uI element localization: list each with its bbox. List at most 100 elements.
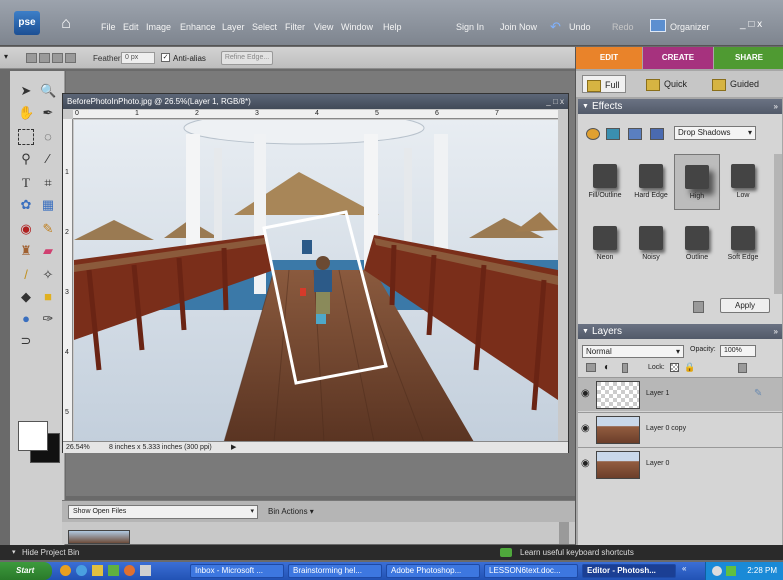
sign-in-link[interactable]: Sign In bbox=[456, 22, 484, 32]
marquee-tool-icon[interactable] bbox=[18, 129, 34, 145]
layer-mask-icon[interactable] bbox=[622, 363, 628, 373]
subtab-guided[interactable]: Guided bbox=[712, 75, 759, 93]
menu-select[interactable]: Select bbox=[252, 22, 277, 32]
subtract-selection-icon[interactable] bbox=[52, 53, 63, 63]
task-photoshop[interactable]: Adobe Photoshop... bbox=[386, 564, 480, 578]
add-selection-icon[interactable] bbox=[39, 53, 50, 63]
red-eye-icon[interactable]: ◉ bbox=[18, 221, 34, 237]
lock-all-icon[interactable]: 🔒 bbox=[684, 362, 695, 373]
adjustment-layer-icon[interactable]: ◐ bbox=[604, 362, 610, 373]
panel-menu-icon[interactable]: » bbox=[774, 99, 778, 114]
layers-panel-header[interactable]: ▼ Layers » bbox=[578, 324, 782, 339]
layer-row-layer-1[interactable]: ◉ Layer 1 ✎ bbox=[578, 377, 782, 411]
quick-launch-icon[interactable] bbox=[92, 565, 103, 576]
blend-mode-select[interactable]: Normal ▾ bbox=[582, 345, 684, 358]
refine-edge-button[interactable]: Refine Edge... bbox=[221, 51, 273, 65]
trash-icon[interactable] bbox=[693, 301, 704, 313]
task-editor[interactable]: Editor - Photosh... bbox=[582, 564, 676, 578]
window-controls[interactable]: _ □ x bbox=[740, 19, 762, 30]
keyboard-shortcuts-link[interactable]: Learn useful keyboard shortcuts bbox=[520, 545, 634, 560]
join-now-link[interactable]: Join Now bbox=[500, 22, 537, 32]
lasso-tool-icon[interactable]: ◌ bbox=[40, 129, 56, 145]
shape-tool-icon[interactable]: ● bbox=[18, 311, 34, 327]
home-icon[interactable]: ⌂ bbox=[56, 14, 76, 34]
effect-noisy[interactable]: Noisy bbox=[628, 222, 674, 270]
lock-transparency-icon[interactable] bbox=[670, 363, 679, 372]
visibility-eye-icon[interactable]: ◉ bbox=[581, 388, 590, 399]
blur-tool-icon[interactable]: ✑ bbox=[40, 311, 56, 327]
task-brainstorming[interactable]: Brainstorming hel... bbox=[288, 564, 382, 578]
layer-styles-icon[interactable] bbox=[606, 128, 620, 140]
menu-filter[interactable]: Filter bbox=[285, 22, 305, 32]
subtab-quick[interactable]: Quick bbox=[646, 75, 687, 93]
delete-layer-icon[interactable] bbox=[738, 363, 747, 373]
menu-view[interactable]: View bbox=[314, 22, 333, 32]
effect-neon[interactable]: Neon bbox=[582, 222, 628, 270]
zoom-tool-icon[interactable]: 🔍 bbox=[40, 83, 56, 99]
effect-fill-outline[interactable]: Fill/Outline bbox=[582, 160, 628, 208]
effects-scrollbar[interactable] bbox=[774, 154, 782, 294]
paint-bucket-icon[interactable]: ◆ bbox=[18, 289, 34, 305]
network-icon[interactable] bbox=[726, 566, 736, 576]
status-menu-arrow-icon[interactable]: ▶ bbox=[231, 442, 236, 453]
intersect-selection-icon[interactable] bbox=[65, 53, 76, 63]
menu-window[interactable]: Window bbox=[341, 22, 373, 32]
move-tool-icon[interactable]: ➤ bbox=[18, 83, 34, 99]
effect-outline[interactable]: Outline bbox=[674, 222, 720, 270]
bin-actions-menu[interactable]: Bin Actions ▾ bbox=[268, 507, 314, 516]
menu-edit[interactable]: Edit bbox=[123, 22, 139, 32]
magic-wand-icon[interactable]: ⁄ bbox=[40, 151, 56, 167]
show-all-effects-icon[interactable] bbox=[650, 128, 664, 140]
crop-tool-icon[interactable]: ⌗ bbox=[40, 175, 56, 191]
effect-high[interactable]: High bbox=[674, 154, 720, 210]
undo-button[interactable]: Undo bbox=[569, 22, 591, 32]
menu-enhance[interactable]: Enhance bbox=[180, 22, 216, 32]
healing-brush-icon[interactable]: ✎ bbox=[40, 221, 56, 237]
gradient-tool-icon[interactable]: ■ bbox=[40, 289, 56, 305]
quick-launch-icon[interactable] bbox=[108, 565, 119, 576]
start-button[interactable]: Start bbox=[0, 562, 52, 580]
bin-scrollbar[interactable] bbox=[559, 522, 569, 544]
menu-image[interactable]: Image bbox=[146, 22, 171, 32]
quick-launch-icon[interactable] bbox=[76, 565, 87, 576]
photo-effects-icon[interactable] bbox=[628, 128, 642, 140]
new-selection-icon[interactable] bbox=[26, 53, 37, 63]
taskbar-overflow-icon[interactable]: « bbox=[682, 564, 686, 573]
menu-file[interactable]: File bbox=[101, 22, 116, 32]
speaker-icon[interactable] bbox=[712, 566, 722, 576]
organizer-button[interactable]: Organizer bbox=[670, 22, 710, 32]
panel-menu-icon[interactable]: » bbox=[774, 324, 778, 339]
filters-icon[interactable] bbox=[586, 128, 600, 140]
tool-options-arrow-icon[interactable]: ▾ bbox=[4, 52, 8, 61]
quick-selection-icon[interactable]: ⚲ bbox=[18, 151, 34, 167]
effects-category-select[interactable]: Drop Shadows ▾ bbox=[674, 126, 756, 140]
document-title-bar[interactable]: BeforePhotoInPhoto.jpg @ 26.5%(Layer 1, … bbox=[63, 94, 568, 109]
quick-launch-icon[interactable] bbox=[140, 565, 151, 576]
menu-layer[interactable]: Layer bbox=[222, 22, 245, 32]
clone-stamp-icon[interactable]: ♜ bbox=[18, 243, 34, 259]
quick-launch-icon[interactable] bbox=[60, 565, 71, 576]
cookie-cutter-icon[interactable]: ✿ bbox=[18, 197, 34, 213]
anti-alias-checkbox[interactable]: ✓ bbox=[161, 53, 170, 62]
hand-tool-icon[interactable]: ✋ bbox=[18, 105, 34, 121]
document-window-controls[interactable]: _ □ x bbox=[546, 94, 564, 109]
layer-row-layer-0[interactable]: ◉ Layer 0 bbox=[578, 447, 782, 481]
tab-share[interactable]: SHARE bbox=[714, 47, 783, 69]
eyedropper-icon[interactable]: ✒ bbox=[40, 105, 56, 121]
layer-row-layer-0-copy[interactable]: ◉ Layer 0 copy bbox=[578, 412, 782, 446]
effects-panel-header[interactable]: ▼ Effects » bbox=[578, 99, 782, 114]
collapse-triangle-icon[interactable]: ▼ bbox=[582, 99, 589, 114]
collapse-triangle-icon[interactable]: ▼ bbox=[582, 324, 589, 339]
effect-soft-edge[interactable]: Soft Edge bbox=[720, 222, 766, 270]
image-canvas[interactable] bbox=[74, 120, 558, 442]
type-tool-icon[interactable]: T bbox=[18, 175, 34, 191]
redo-button[interactable]: Redo bbox=[612, 22, 634, 32]
menu-help[interactable]: Help bbox=[383, 22, 402, 32]
bin-thumbnail[interactable] bbox=[68, 530, 130, 544]
foreground-color-swatch[interactable] bbox=[18, 421, 48, 451]
tab-create[interactable]: CREATE bbox=[643, 47, 713, 69]
tab-edit[interactable]: EDIT bbox=[576, 47, 642, 69]
hide-project-bin-button[interactable]: Hide Project Bin bbox=[22, 545, 79, 560]
visibility-eye-icon[interactable]: ◉ bbox=[581, 458, 590, 469]
smart-brush-icon[interactable]: ✧ bbox=[40, 267, 56, 283]
